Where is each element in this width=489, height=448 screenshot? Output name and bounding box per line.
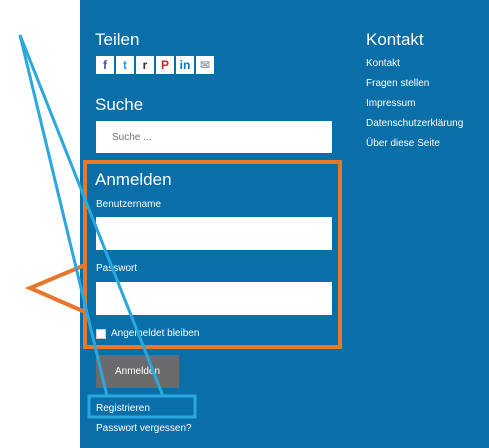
password-input[interactable]	[96, 282, 332, 315]
share-icons: f t r P in ✉	[96, 56, 214, 74]
linkedin-icon[interactable]: in	[176, 56, 194, 74]
username-input[interactable]	[96, 217, 332, 250]
contact-link-kontakt[interactable]: Kontakt	[366, 57, 463, 77]
contact-link-impressum[interactable]: Impressum	[366, 97, 463, 117]
login-heading: Anmelden	[95, 170, 172, 189]
forgot-password-link[interactable]: Passwort vergessen?	[96, 423, 192, 434]
contact-link-fragen[interactable]: Fragen stellen	[366, 77, 463, 97]
password-label: Passwort	[96, 263, 138, 274]
mail-icon[interactable]: ✉	[196, 56, 214, 74]
remember-me[interactable]: Angemeldet bleiben	[96, 328, 199, 339]
twitter-icon[interactable]: t	[116, 56, 134, 74]
reddit-icon[interactable]: r	[136, 56, 154, 74]
register-link[interactable]: Registrieren	[96, 403, 150, 414]
remember-label: Angemeldet bleiben	[111, 328, 200, 339]
username-label: Benutzername	[96, 199, 162, 210]
contact-links: Kontakt Fragen stellen Impressum Datensc…	[366, 57, 463, 157]
login-callout-arrow	[24, 263, 86, 314]
contact-link-about[interactable]: Über diese Seite	[366, 137, 463, 157]
contact-heading: Kontakt	[366, 30, 424, 49]
remember-checkbox[interactable]	[96, 328, 106, 339]
search-input[interactable]	[96, 121, 332, 153]
facebook-icon[interactable]: f	[96, 56, 114, 74]
search-heading: Suche	[95, 95, 144, 114]
share-heading: Teilen	[95, 30, 140, 49]
pinterest-icon[interactable]: P	[156, 56, 174, 74]
contact-link-datenschutz[interactable]: Datenschutzerklärung	[366, 117, 463, 137]
login-button[interactable]: Anmelden	[96, 355, 179, 388]
